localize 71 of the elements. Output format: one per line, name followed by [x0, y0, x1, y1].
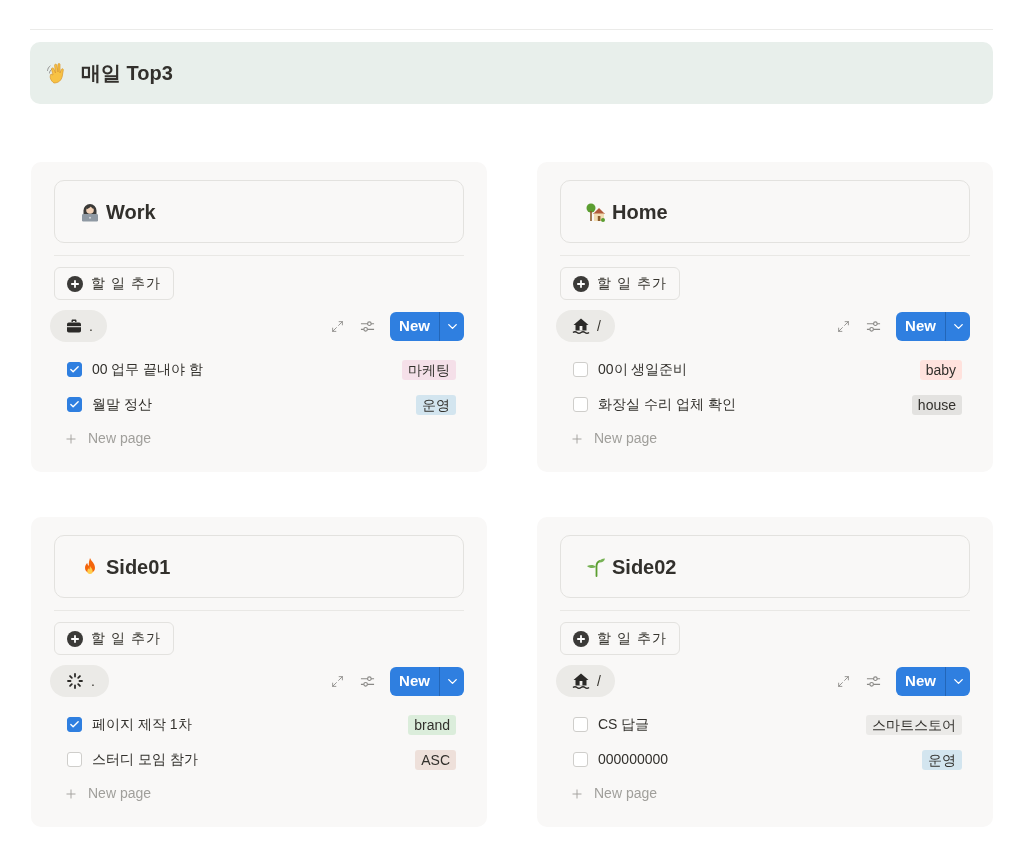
checkbox[interactable]	[573, 397, 588, 412]
view-tab[interactable]: /	[556, 310, 615, 342]
sprout-icon	[586, 556, 606, 577]
plus-icon	[570, 786, 584, 801]
plus-circle-icon	[573, 630, 589, 647]
sliders-icon[interactable]	[360, 318, 375, 334]
new-button[interactable]: New	[896, 311, 945, 341]
plus-icon	[64, 431, 78, 446]
check-icon	[69, 364, 80, 375]
sliders-icon[interactable]	[866, 673, 881, 689]
person-laptop-icon	[80, 201, 100, 222]
checkbox[interactable]	[67, 752, 82, 767]
plus-circle-icon	[67, 275, 83, 292]
expand-icon[interactable]	[331, 674, 344, 688]
category-tag: 스마트스토어	[866, 714, 962, 735]
check-icon	[69, 719, 80, 730]
category-tag: baby	[919, 359, 962, 380]
house-icon	[572, 317, 590, 335]
checkbox[interactable]	[573, 717, 588, 732]
category-tag: brand	[408, 714, 456, 735]
add-task-button[interactable]: 할 일 추가	[54, 622, 174, 655]
task-title[interactable]: CS 답글	[598, 714, 650, 735]
category-tag: 마케팅	[402, 359, 456, 380]
add-task-button[interactable]: 할 일 추가	[54, 267, 174, 300]
dropdown-button[interactable]	[945, 311, 970, 341]
checkbox[interactable]	[67, 397, 82, 412]
check-icon	[69, 399, 80, 410]
checkbox[interactable]	[67, 362, 82, 377]
callout-title: 매일 Top3	[81, 61, 173, 86]
task-title[interactable]: 페이지 제작 1차	[92, 714, 192, 735]
dropdown-button[interactable]	[439, 666, 464, 696]
task-title[interactable]: 화장실 수리 업체 확인	[598, 394, 736, 415]
sliders-icon[interactable]	[360, 673, 375, 689]
add-task-button[interactable]: 할 일 추가	[560, 267, 680, 300]
spinner-icon	[66, 672, 84, 690]
view-tab[interactable]: .	[50, 665, 109, 697]
dropdown-button[interactable]	[439, 311, 464, 341]
house-icon	[572, 672, 590, 690]
sliders-icon[interactable]	[866, 318, 881, 334]
expand-icon[interactable]	[331, 319, 344, 333]
expand-icon[interactable]	[837, 674, 850, 688]
new-button[interactable]: New	[390, 311, 439, 341]
category-tag: ASC	[415, 749, 456, 770]
task-title[interactable]: 000000000	[598, 749, 669, 770]
plus-icon	[64, 786, 78, 801]
checkbox[interactable]	[67, 717, 82, 732]
category-tag: 운영	[922, 749, 962, 770]
board-title: Side01	[106, 554, 171, 580]
view-tab[interactable]: /	[556, 665, 615, 697]
checkbox[interactable]	[573, 362, 588, 377]
category-tag: house	[911, 394, 962, 415]
briefcase-icon	[66, 318, 82, 334]
task-title[interactable]: 00 업무 끝내야 함	[92, 359, 204, 380]
view-tab[interactable]: .	[50, 310, 107, 342]
dropdown-button[interactable]	[945, 666, 970, 696]
add-task-button[interactable]: 할 일 추가	[560, 622, 680, 655]
board-title: Work	[106, 199, 156, 225]
checkbox[interactable]	[573, 752, 588, 767]
expand-icon[interactable]	[837, 319, 850, 333]
task-title[interactable]: 월말 정산	[92, 394, 152, 415]
house-tree-icon	[586, 201, 606, 222]
new-button[interactable]: New	[390, 666, 439, 696]
board-title: Home	[612, 199, 668, 225]
plus-icon	[570, 431, 584, 446]
new-button[interactable]: New	[896, 666, 945, 696]
task-title[interactable]: 00이 생일준비	[598, 359, 688, 380]
plus-circle-icon	[573, 275, 589, 292]
task-title[interactable]: 스터디 모임 참가	[92, 749, 198, 770]
category-tag: 운영	[416, 394, 456, 415]
board-title: Side02	[612, 554, 677, 580]
plus-circle-icon	[67, 630, 83, 647]
